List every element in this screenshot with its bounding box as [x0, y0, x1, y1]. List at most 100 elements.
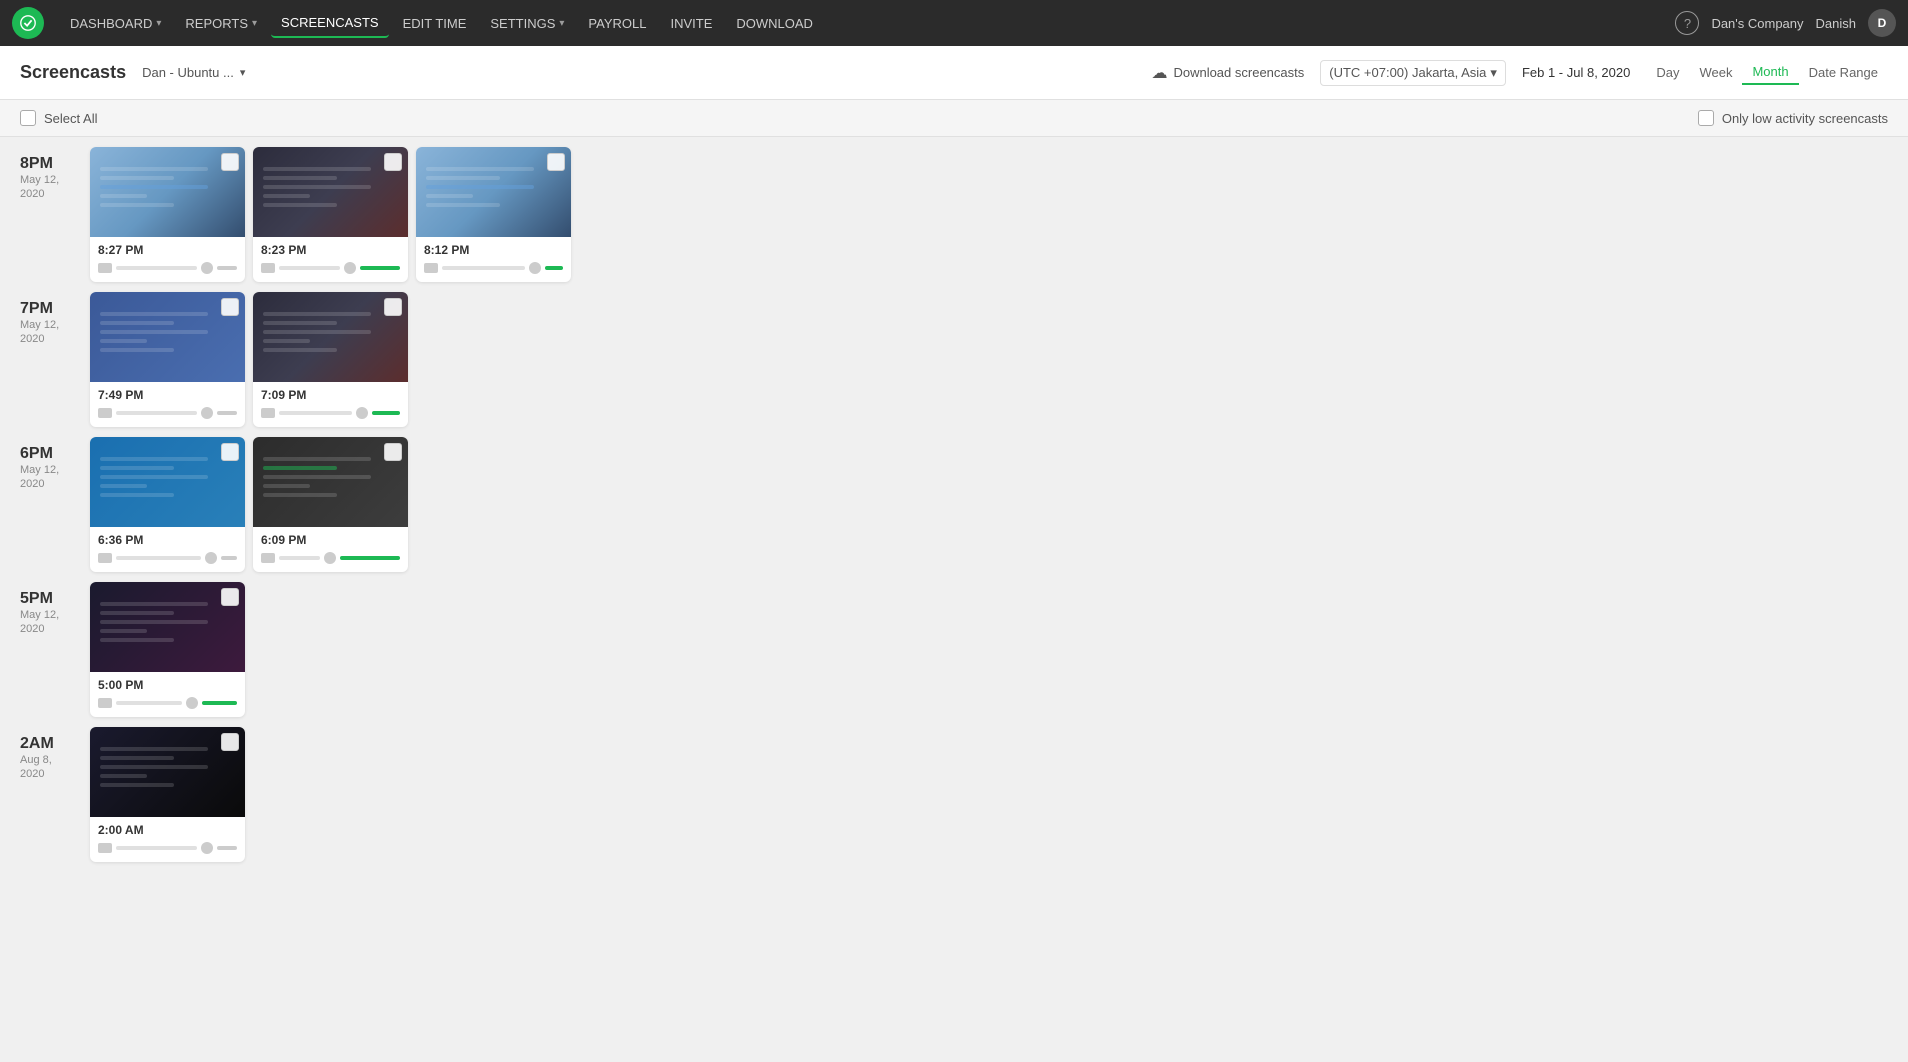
thumbnail-checkbox[interactable]	[221, 733, 239, 751]
nav-download[interactable]: DOWNLOAD	[726, 10, 823, 37]
thumbnail-checkbox[interactable]	[384, 153, 402, 171]
thumbnail-checkbox[interactable]	[221, 298, 239, 316]
thumbnails-row: 6:36 PM 6:09 PM	[90, 437, 408, 572]
tab-date-range[interactable]: Date Range	[1799, 61, 1888, 84]
nav-invite[interactable]: INVITE	[660, 10, 722, 37]
thumbnail-time: 6:09 PM	[261, 533, 400, 547]
low-activity-filter[interactable]: Only low activity screencasts	[1698, 110, 1888, 126]
time-group-6pm: 6PMMay 12,2020 6:36 PM 6:09 PM	[20, 437, 1888, 572]
thumbnail-image	[90, 582, 245, 672]
thumbnail-card[interactable]: 8:12 PM	[416, 147, 571, 282]
chevron-down-icon: ▾	[252, 18, 257, 29]
thumbnail-card[interactable]: 7:09 PM	[253, 292, 408, 427]
nav-settings[interactable]: SETTINGS ▾	[480, 10, 574, 37]
activity-dot	[201, 262, 213, 274]
thumbnail-time: 8:27 PM	[98, 243, 237, 257]
thumbnail-image	[90, 727, 245, 817]
time-group-2am: 2AMAug 8,20202:00 AM	[20, 727, 1888, 862]
subheader: Screencasts Dan - Ubuntu ... ▾ ☁ Downloa…	[0, 46, 1908, 100]
thumbnail-card[interactable]: 8:23 PM	[253, 147, 408, 282]
nav-reports[interactable]: REPORTS ▾	[175, 10, 267, 37]
screen-icon	[424, 263, 438, 273]
nav-edit-time[interactable]: EDIT TIME	[393, 10, 477, 37]
screen-icon	[98, 843, 112, 853]
thumbnail-card[interactable]: 8:27 PM	[90, 147, 245, 282]
thumbnail-card[interactable]: 6:09 PM	[253, 437, 408, 572]
time-group-7pm: 7PMMay 12,2020 7:49 PM 7:09 PM	[20, 292, 1888, 427]
thumbnail-card[interactable]: 5:00 PM	[90, 582, 245, 717]
thumbnail-image	[90, 292, 245, 382]
screen-icon	[261, 553, 275, 563]
thumbnail-image	[253, 437, 408, 527]
thumbnail-time: 6:36 PM	[98, 533, 237, 547]
activity-bar	[217, 266, 237, 270]
nav-dashboard[interactable]: DASHBOARD ▾	[60, 10, 171, 37]
user-avatar[interactable]: D	[1868, 9, 1896, 37]
low-activity-checkbox[interactable]	[1698, 110, 1714, 126]
tab-week[interactable]: Week	[1689, 61, 1742, 84]
toolbar: Select All Only low activity screencasts	[0, 100, 1908, 137]
activity-dot	[201, 842, 213, 854]
thumbnail-checkbox[interactable]	[384, 298, 402, 316]
chevron-down-icon: ▾	[156, 18, 161, 29]
activity-bar	[217, 411, 237, 415]
thumbnails-row: 2:00 AM	[90, 727, 245, 862]
activity-bar	[545, 266, 563, 270]
screencasts-content: 8PMMay 12,20208:27 PM8:23 PM8:12 PM7PMMa…	[0, 137, 1908, 892]
thumbnail-time: 8:12 PM	[424, 243, 563, 257]
help-button[interactable]: ?	[1675, 11, 1699, 35]
time-label: 7PMMay 12,2020	[20, 292, 90, 427]
thumbnail-time: 5:00 PM	[98, 678, 237, 692]
language-selector[interactable]: Danish	[1816, 16, 1856, 31]
activity-bar	[340, 556, 400, 560]
thumbnail-checkbox[interactable]	[384, 443, 402, 461]
time-group-8pm: 8PMMay 12,20208:27 PM8:23 PM8:12 PM	[20, 147, 1888, 282]
thumbnail-checkbox[interactable]	[221, 443, 239, 461]
thumbnails-row: 8:27 PM 8:23 PM 8:12 PM	[90, 147, 571, 282]
thumbnail-image	[253, 292, 408, 382]
nav-payroll[interactable]: PAYROLL	[578, 10, 656, 37]
activity-dot	[344, 262, 356, 274]
time-label: 6PMMay 12,2020	[20, 437, 90, 572]
user-selector[interactable]: Dan - Ubuntu ... ▾	[142, 65, 245, 80]
select-all-checkbox[interactable]	[20, 110, 36, 126]
screen-icon	[261, 263, 275, 273]
company-name: Dan's Company	[1711, 16, 1803, 31]
thumbnail-checkbox[interactable]	[221, 588, 239, 606]
activity-bar	[221, 556, 237, 560]
tab-day[interactable]: Day	[1646, 61, 1689, 84]
thumbnail-checkbox[interactable]	[221, 153, 239, 171]
download-screencasts-button[interactable]: ☁ Download screencasts	[1151, 63, 1304, 83]
thumbnail-time: 7:49 PM	[98, 388, 237, 402]
thumbnail-card[interactable]: 6:36 PM	[90, 437, 245, 572]
thumbnails-row: 5:00 PM	[90, 582, 245, 717]
download-icon: ☁	[1151, 63, 1167, 83]
thumbnail-checkbox[interactable]	[547, 153, 565, 171]
nav-screencasts[interactable]: SCREENCASTS	[271, 9, 389, 38]
nav-right-section: ? Dan's Company Danish D	[1675, 9, 1896, 37]
thumbnail-time: 7:09 PM	[261, 388, 400, 402]
chevron-down-icon: ▾	[559, 18, 564, 29]
thumbnail-card[interactable]: 2:00 AM	[90, 727, 245, 862]
thumbnail-card[interactable]: 7:49 PM	[90, 292, 245, 427]
activity-bar	[360, 266, 400, 270]
activity-dot	[205, 552, 217, 564]
screen-icon	[98, 553, 112, 563]
date-range-display: Feb 1 - Jul 8, 2020	[1522, 65, 1630, 80]
screen-icon	[261, 408, 275, 418]
activity-bar	[372, 411, 400, 415]
activity-bar	[217, 846, 237, 850]
activity-dot	[529, 262, 541, 274]
timezone-selector[interactable]: (UTC +07:00) Jakarta, Asia ▾	[1320, 60, 1506, 86]
select-all-wrap[interactable]: Select All	[20, 110, 97, 126]
activity-dot	[324, 552, 336, 564]
time-label: 2AMAug 8,2020	[20, 727, 90, 862]
page-title: Screencasts	[20, 62, 126, 83]
chevron-down-icon: ▾	[1490, 65, 1497, 81]
thumbnail-image	[253, 147, 408, 237]
app-logo[interactable]	[12, 7, 44, 39]
chevron-down-icon: ▾	[240, 66, 246, 79]
screen-icon	[98, 408, 112, 418]
tab-month[interactable]: Month	[1742, 60, 1798, 85]
time-group-5pm: 5PMMay 12,20205:00 PM	[20, 582, 1888, 717]
